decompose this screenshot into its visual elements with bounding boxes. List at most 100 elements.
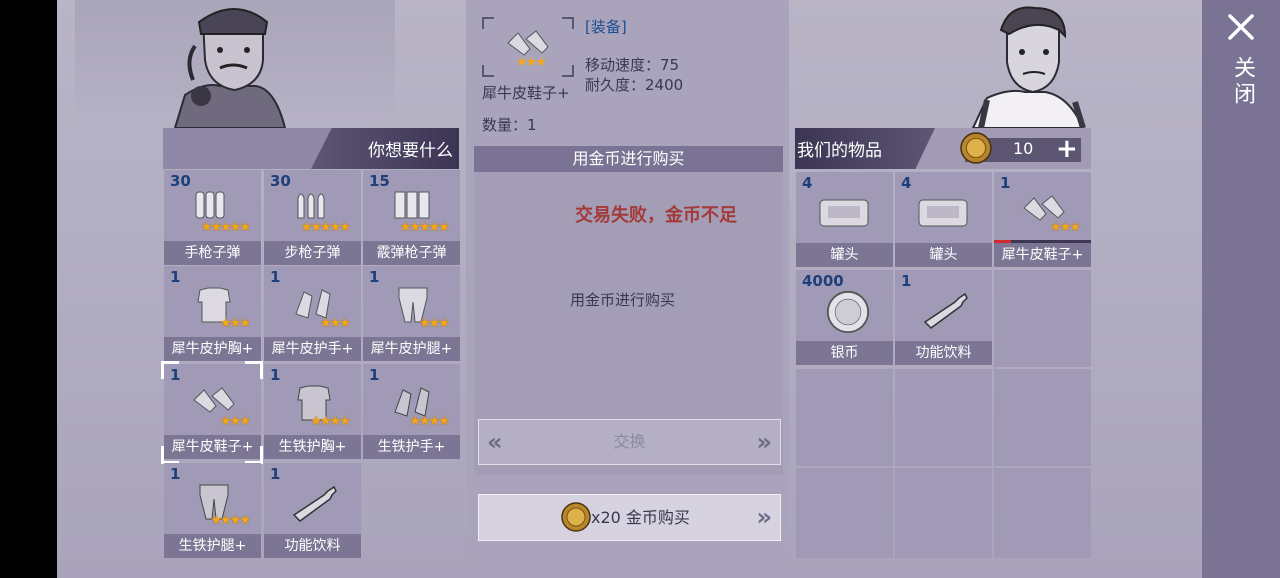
slot-label: 银币	[796, 341, 893, 365]
slot-qty: 1	[170, 268, 181, 286]
slot-stars: ★★★	[220, 414, 251, 429]
selected-durability: 耐久度：2400	[585, 76, 684, 94]
error-message: 交易失败，金币不足	[575, 205, 737, 226]
our-slot-energy-drink[interactable]: 1 功能饮料	[895, 270, 992, 365]
trader-portrait	[173, 8, 287, 128]
want-slot-rhino-legs[interactable]: 1 ★★★ 犀牛皮护腿+	[363, 266, 460, 361]
gold-coin-icon	[561, 502, 591, 532]
slot-label: 犀牛皮护腿+	[363, 337, 460, 361]
slot-label: 生铁护腿+	[164, 534, 261, 558]
slot-stars: ★★★	[1050, 220, 1081, 235]
empty-slot[interactable]	[994, 270, 1091, 367]
slot-stars: ★★★	[220, 316, 251, 331]
want-slot-iron-chest[interactable]: 1 ★★★★ 生铁护胸+	[264, 364, 361, 459]
our-slot-can[interactable]: 4 罐头	[796, 172, 893, 267]
frame-corner	[482, 17, 494, 29]
selection-corner	[161, 361, 179, 379]
slot-stars: ★★★	[320, 316, 351, 331]
slot-stars: ★★★★★	[200, 220, 251, 235]
selected-speed: 移动速度：75	[585, 56, 680, 74]
slot-label: 生铁护胸+	[264, 435, 361, 459]
selected-item-icon-frame: ★★★	[482, 17, 574, 77]
slot-qty: 4	[802, 174, 813, 192]
want-title: 你想要什么	[368, 141, 453, 161]
slot-qty: 4000	[802, 272, 844, 290]
slot-label: 步枪子弹	[264, 241, 361, 265]
frame-corner	[562, 65, 574, 77]
slot-label: 生铁护手+	[363, 435, 460, 459]
slot-stars: ★★★★	[409, 414, 450, 429]
want-slot-iron-legs[interactable]: 1 ★★★★ 生铁护腿+	[164, 463, 261, 558]
want-slot-iron-gloves[interactable]: 1 ★★★★ 生铁护手+	[363, 364, 460, 459]
energy-drink-icon	[923, 292, 968, 329]
slot-qty: 1	[901, 272, 912, 290]
selected-quantity: 数量：1	[482, 116, 537, 134]
selection-corner	[245, 446, 263, 464]
chevron-right-icon: »	[756, 503, 772, 531]
empty-slot[interactable]	[895, 369, 992, 466]
coin-count: 10	[1013, 139, 1034, 158]
slot-stars: ★★★	[419, 316, 450, 331]
gold-coin-icon	[960, 132, 992, 164]
close-label[interactable]: 关闭	[1226, 56, 1256, 108]
player-portrait	[971, 6, 1086, 128]
slot-qty: 4	[901, 174, 912, 192]
silver-coin-icon	[826, 290, 870, 334]
slot-qty: 1	[369, 366, 380, 384]
energy-drink-icon	[292, 485, 337, 522]
empty-slot[interactable]	[796, 468, 893, 558]
selection-corner	[161, 446, 179, 464]
frame-corner	[482, 65, 494, 77]
frame-corner	[562, 17, 574, 29]
exchange-button[interactable]: « 交换 »	[478, 419, 781, 465]
want-slot-pistol-ammo[interactable]: 30 ★★★★★ 手枪子弹	[164, 170, 261, 265]
empty-slot[interactable]	[895, 468, 992, 558]
slot-stars: ★★★★	[310, 414, 351, 429]
slot-qty: 1	[170, 465, 181, 483]
slot-qty: 1	[270, 366, 281, 384]
purchase-bar-title: 用金币进行购买	[474, 146, 783, 172]
can-icon	[918, 199, 968, 227]
slot-label: 罐头	[796, 243, 893, 267]
slot-label: 霰弹枪子弹	[363, 241, 460, 265]
want-header: 你想要什么	[163, 128, 459, 169]
slot-qty: 1	[270, 465, 281, 483]
exchange-label: 交换	[613, 432, 646, 451]
slot-stars: ★★★★★	[300, 220, 351, 235]
slot-label: 犀牛皮护手+	[264, 337, 361, 361]
slot-stars: ★★★★★	[399, 220, 450, 235]
our-slot-can[interactable]: 4 罐头	[895, 172, 992, 267]
can-icon	[819, 199, 869, 227]
slot-stars: ★★★★	[210, 513, 251, 528]
slot-label: 犀牛皮护胸+	[164, 337, 261, 361]
empty-slot[interactable]	[994, 468, 1091, 558]
add-coins-button[interactable]: +	[1056, 136, 1078, 162]
empty-slot[interactable]	[994, 369, 1091, 466]
chevron-right-icon: »	[756, 428, 772, 456]
want-slot-shotgun-ammo[interactable]: 15 ★★★★★ 霰弹枪子弹	[363, 170, 460, 265]
slot-label: 功能饮料	[264, 534, 361, 558]
slot-qty: 1	[270, 268, 281, 286]
want-slot-rhino-chest[interactable]: 1 ★★★ 犀牛皮护胸+	[164, 266, 261, 361]
want-slot-rifle-ammo[interactable]: 30 ★★★★★ 步枪子弹	[264, 170, 361, 265]
purchase-note: 用金币进行购买	[570, 291, 676, 309]
want-slot-energy-drink[interactable]: 1 功能饮料	[264, 463, 361, 558]
slot-label: 罐头	[895, 243, 992, 267]
selected-category: [装备]	[585, 18, 627, 36]
slot-qty: 1	[1000, 174, 1011, 192]
our-items-title: 我们的物品	[797, 141, 882, 161]
slot-label: 手枪子弹	[164, 241, 261, 265]
chevron-left-icon: «	[487, 428, 503, 456]
selected-stars: ★★★	[516, 55, 547, 70]
selection-corner	[245, 361, 263, 379]
selected-name: 犀牛皮鞋子+	[482, 84, 570, 102]
want-slot-rhino-gloves[interactable]: 1 ★★★ 犀牛皮护手+	[264, 266, 361, 361]
our-slot-rhino-boots[interactable]: 1 ★★★ 犀牛皮鞋子+	[994, 172, 1091, 267]
empty-slot[interactable]	[796, 369, 893, 466]
slot-label: 功能饮料	[895, 341, 992, 365]
buy-with-gold-button[interactable]: x20 金币购买 »	[478, 494, 781, 541]
close-icon[interactable]	[1224, 10, 1258, 44]
our-slot-silver-coin[interactable]: 4000 银币	[796, 270, 893, 365]
slot-label: 犀牛皮鞋子+	[994, 243, 1091, 267]
buy-label: x20 金币购买	[591, 508, 690, 527]
